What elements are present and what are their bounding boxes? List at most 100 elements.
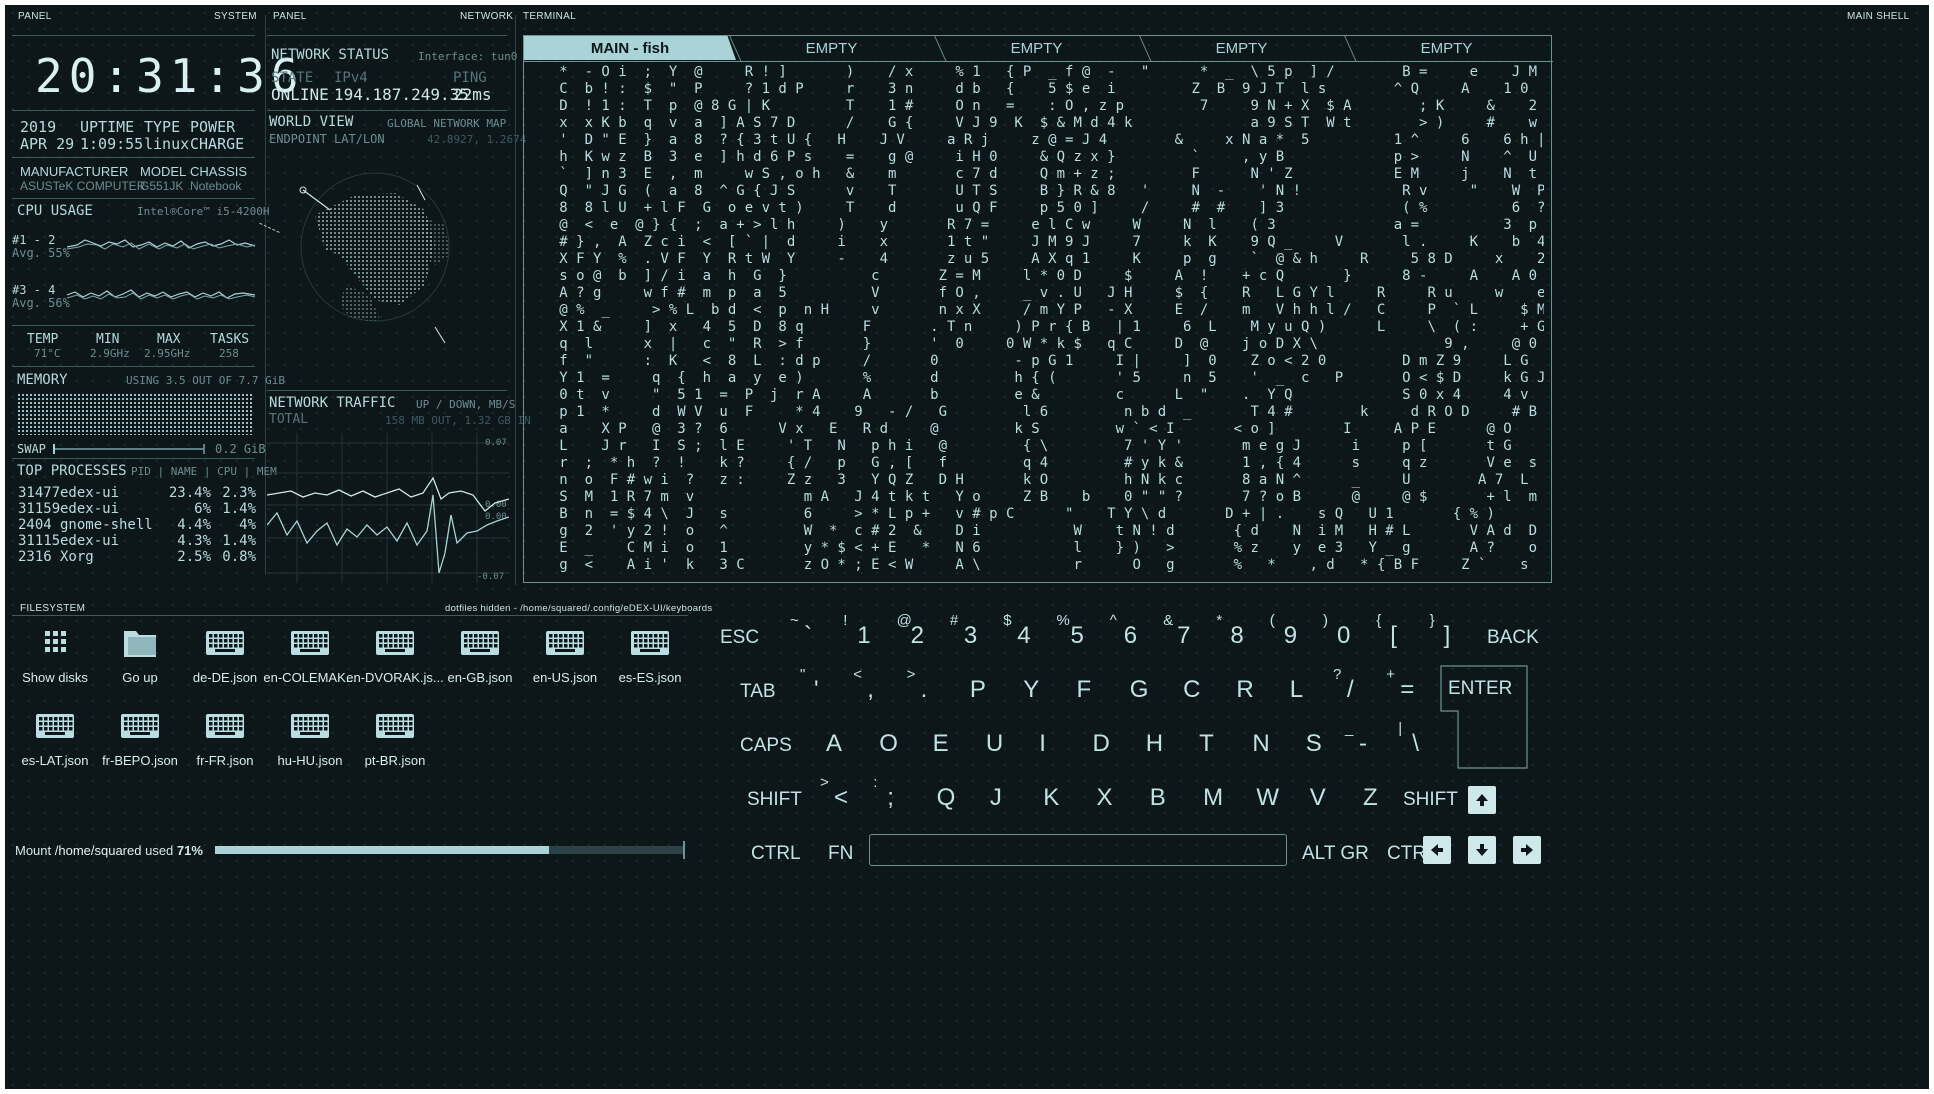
arrow-up-icon[interactable] [1468,786,1496,814]
key[interactable]: }] [1430,612,1470,652]
terminal-line: 8 8 l U + l F G o e v t ) T d u Q F p 5 … [534,200,1544,216]
terminal-output[interactable]: * - O i ; Y @ R ! ] ) / x % 1 { P _ f @ … [534,64,1544,584]
key[interactable]: L [1280,666,1320,706]
tab-key[interactable]: TAB [740,681,776,703]
key[interactable]: K [1033,774,1073,814]
key[interactable]: C [1173,666,1213,706]
key[interactable]: >. [907,666,947,706]
key[interactable]: N [1249,720,1289,760]
endpoint-label: ENDPOINT LAT/LON [269,132,385,146]
backspace-key[interactable]: BACK [1487,627,1539,649]
tab-empty-4[interactable]: EMPTY [1344,36,1549,60]
key[interactable]: T [1196,720,1236,760]
key[interactable]: @2 [897,612,937,652]
key[interactable]: | \ [1398,720,1438,760]
key[interactable]: & 7 [1163,612,1203,652]
key[interactable]: ^ 6 [1110,612,1150,652]
key[interactable]: ? / [1333,666,1373,706]
key[interactable]: > < [820,774,860,814]
mount-usage-bar [215,846,685,854]
key[interactable]: <, [853,666,893,706]
key-char: 3 [963,622,978,649]
arrow-right-icon[interactable] [1513,836,1541,864]
year: 2019 [20,118,57,136]
tab-empty-2[interactable]: EMPTY [934,36,1139,60]
ctrl-left-key[interactable]: CTRL [751,843,801,865]
key[interactable]: W [1246,774,1286,814]
key-shift-char: _ [1345,720,1354,737]
key[interactable]: #3 [950,612,990,652]
key[interactable]: S [1303,720,1343,760]
key[interactable]: R [1226,666,1266,706]
key[interactable]: Y [1013,666,1053,706]
key-shift-char: } [1429,612,1435,629]
key[interactable]: ! 1 [843,612,883,652]
key-char: A [826,730,843,757]
terminal-window[interactable]: MAIN - fish EMPTY EMPTY EMPTY EMPTY * - O i … [523,35,1553,584]
key[interactable]: V [1300,774,1340,814]
key[interactable]: A [823,720,863,760]
key[interactable]: _ - [1345,720,1385,760]
key[interactable]: B [1140,774,1180,814]
terminal-line: n o F # w i ? z : Z z 3 Y Q Z D H k O h … [534,472,1544,488]
arrow-left-icon[interactable] [1423,836,1451,864]
tab-empty-3[interactable]: EMPTY [1139,36,1344,60]
folder-icon [124,631,156,657]
key[interactable]: H [1143,720,1183,760]
key[interactable]: % 5 [1057,612,1097,652]
on-screen-keyboard: ESC ~ `! 1 @2 #3 $4% 5 ^ 6 & 7 * 8(9) 0{[}] BACK TAB " ' <,… [695,600,1929,1080]
filesystem-grid: Show disks Go up de-DE.json en-COLEMAK... en… [5,625,695,825]
key[interactable]: U [983,720,1023,760]
key[interactable]: F [1067,666,1107,706]
key[interactable]: + = [1386,666,1426,706]
key[interactable]: (9 [1270,612,1310,652]
key-char: U [985,730,1004,757]
shift-right-key[interactable]: SHIFT [1403,789,1458,811]
key[interactable]: * 8 [1216,612,1256,652]
mount-suffix: used [141,843,177,858]
state-value: ONLINE [271,85,329,104]
network-traffic-label: NETWORK TRAFFIC [269,395,396,411]
key[interactable]: :; [873,774,913,814]
filesystem-path: dotfiles hidden - /home/squared/.config/… [445,603,713,614]
caps-lock-key[interactable]: CAPS [740,735,792,757]
key-shift-char: ! [843,612,848,629]
esc-key[interactable]: ESC [720,627,759,649]
key-char: ; [887,784,894,811]
power-label: POWER [190,118,236,136]
key[interactable]: Z [1353,774,1393,814]
enter-key[interactable]: ENTER [1440,665,1528,769]
key[interactable]: $4 [1003,612,1043,652]
shift-left-key[interactable]: SHIFT [747,789,802,811]
keyboard-icon [36,714,74,738]
key[interactable]: O [876,720,916,760]
key[interactable]: G [1120,666,1160,706]
fs-item[interactable]: es-ES.json [600,625,700,685]
type-value: linux [144,135,190,153]
alt-gr-key[interactable]: ALT GR [1302,843,1369,865]
key[interactable]: M [1193,774,1233,814]
key[interactable]: {[ [1376,612,1416,652]
key[interactable]: ) 0 [1323,612,1363,652]
key[interactable]: ~ ` [790,612,830,652]
fs-item[interactable]: pt-BR.json [345,708,445,768]
traffic-y-top: 0.07 [485,438,507,448]
key[interactable]: X [1087,774,1127,814]
key[interactable]: J [980,774,1020,814]
key[interactable]: E [930,720,970,760]
fn-key[interactable]: FN [828,843,853,865]
key[interactable]: Q [927,774,967,814]
key-shift-char: & [1163,612,1174,629]
power-value: CHARGE [190,135,245,153]
key[interactable]: P [960,666,1000,706]
key[interactable]: " ' [800,666,840,706]
key[interactable]: I [1036,720,1076,760]
min-value: 2.9GHz [90,347,130,360]
tab-empty-1[interactable]: EMPTY [729,36,934,60]
key-char: X [1096,784,1113,811]
type-label: TYPE [144,118,181,136]
arrow-down-icon[interactable] [1468,836,1496,864]
space-bar[interactable] [869,834,1287,866]
tab-main-shell[interactable]: MAIN - fish [524,36,736,60]
key[interactable]: D [1090,720,1130,760]
